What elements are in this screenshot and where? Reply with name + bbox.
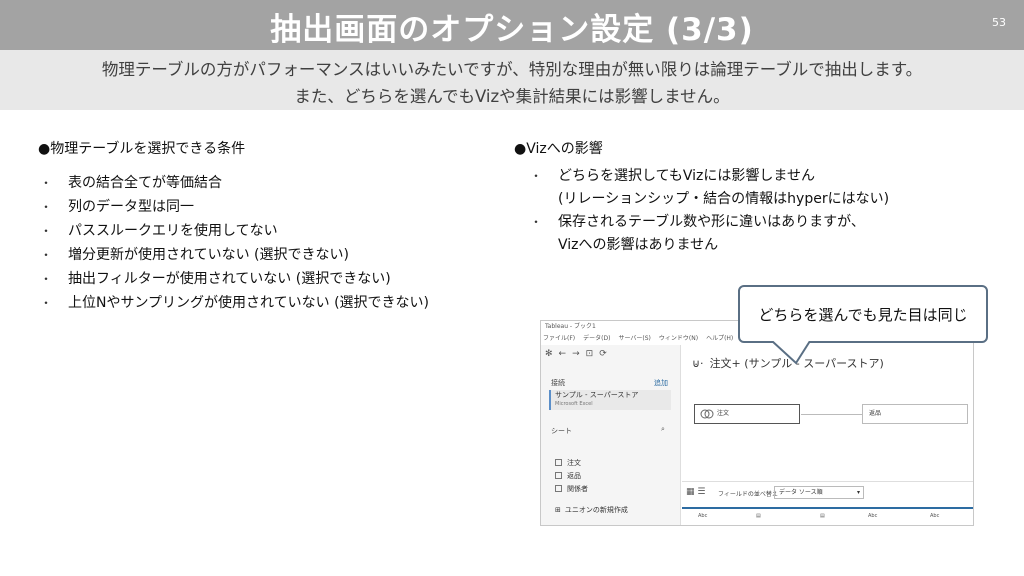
- tableau-logo-icon[interactable]: ✻: [545, 349, 553, 359]
- sheet-item-returns[interactable]: 返品: [555, 471, 581, 481]
- list-item: ・パススルークエリを使用してない: [40, 219, 429, 243]
- join-icon: [700, 409, 714, 419]
- list-item: ・どちらを選択してもVizには影響しません (リレーションシップ・結合の情報はhy…: [530, 165, 889, 211]
- connection-item[interactable]: サンプル - スーパーストア Microsoft Excel: [549, 390, 671, 410]
- conditions-heading: ●物理テーブルを選択できる条件: [38, 141, 246, 157]
- grid-view-icons[interactable]: ▦ ☰: [686, 487, 705, 497]
- connection-type: Microsoft Excel: [555, 401, 593, 407]
- canvas: ⊍· 注文+ (サンプル - スーパーストア) 注文 返品: [682, 345, 973, 481]
- sort-label: フィールドの並べ替え: [718, 491, 778, 498]
- sheet-item-orders[interactable]: 注文: [555, 458, 581, 468]
- tableau-screenshot: Tableau - ブック1 ファイル(F) データ(D) サーバー(S) ウィンドウ…: [540, 320, 974, 526]
- title-bar: 抽出画面のオプション設定 (3/3) 53: [0, 0, 1024, 50]
- save-icon[interactable]: ⊡: [586, 349, 594, 359]
- bullet-dot: ・: [40, 176, 53, 190]
- slide-title: 抽出画面のオプション設定 (3/3): [270, 12, 754, 48]
- conditions-list: ・表の結合全てが等価結合 ・列のデータ型は同一 ・パススルークエリを使用してない…: [40, 171, 429, 315]
- subtitle-line-2: また、どちらを選んでもVizや集計結果には影響しません。: [294, 87, 730, 106]
- logical-table-orders[interactable]: 注文: [694, 404, 800, 424]
- list-item: ・抽出フィルターが使用されていない (選択できない): [40, 267, 429, 291]
- refresh-icon[interactable]: ⟳: [599, 349, 607, 359]
- column-type-icon: Abc: [698, 513, 708, 519]
- list-item: ・増分更新が使用されていない (選択できない): [40, 243, 429, 267]
- grid-toolbar: ▦ ☰ フィールドの並べ替え データ ソース順 ▾: [682, 481, 973, 503]
- datasource-icon: ⊍·: [692, 357, 704, 370]
- union-icon: ⊞: [555, 506, 561, 514]
- subtitle-line-1: 物理テーブルの方がパフォーマンスはいいみたいですが、特別な理由が無い限りは論理テ…: [101, 60, 923, 79]
- menu-file[interactable]: ファイル(F): [543, 335, 575, 342]
- bullet-dot: ・: [530, 169, 543, 183]
- bullet-dot: ・: [40, 296, 53, 310]
- bullet-dot: ・: [40, 272, 53, 286]
- sheets-label: シート: [551, 427, 572, 435]
- connection-name: サンプル - スーパーストア: [555, 391, 639, 399]
- column-type-icon: ▤: [820, 513, 825, 519]
- sort-select[interactable]: データ ソース順 ▾: [774, 486, 864, 499]
- search-icon[interactable]: ⌕: [661, 425, 665, 434]
- list-item: ・表の結合全てが等価結合: [40, 171, 429, 195]
- list-item: ・保存されるテーブル数や形に違いはありますが、 Vizへの影響はありません: [530, 211, 889, 257]
- menu-window[interactable]: ウィンドウ(N): [659, 335, 698, 342]
- menu-server[interactable]: サーバー(S): [618, 335, 650, 342]
- bullet-dot: ・: [40, 200, 53, 214]
- sheet-item-people[interactable]: 関係者: [555, 484, 588, 494]
- bullet-dot: ・: [530, 215, 543, 229]
- list-item: ・列のデータ型は同一: [40, 195, 429, 219]
- column-header-line: [682, 507, 973, 509]
- table-icon: [555, 459, 562, 466]
- subtitle-bar: 物理テーブルの方がパフォーマンスはいいみたいですが、特別な理由が無い限りは論理テ…: [0, 50, 1024, 110]
- forward-icon[interactable]: →: [572, 349, 580, 359]
- viz-impact-heading: ●Vizへの影響: [514, 141, 603, 157]
- table-icon: [555, 485, 562, 492]
- menu-data[interactable]: データ(D): [583, 335, 610, 342]
- relationship-noodle[interactable]: [801, 414, 862, 415]
- chevron-down-icon: ▾: [856, 489, 860, 496]
- callout-box: どちらを選んでも見た目は同じ: [738, 285, 988, 343]
- column-type-icon: ▤: [756, 513, 761, 519]
- page-number: 53: [992, 16, 1006, 29]
- menu-help[interactable]: ヘルプ(H): [706, 335, 733, 342]
- logical-table-returns[interactable]: 返品: [862, 404, 968, 424]
- connections-label: 接続: [551, 379, 565, 387]
- column-type-icon: Abc: [930, 513, 940, 519]
- bullet-dot: ・: [40, 224, 53, 238]
- viz-impact-list: ・どちらを選択してもVizには影響しません (リレーションシップ・結合の情報はhy…: [530, 165, 889, 257]
- list-item: ・上位Nやサンプリングが使用されていない (選択できない): [40, 291, 429, 315]
- toolbar: ✻ ← → ⊡ ⟳: [545, 349, 613, 363]
- column-headers: Abc ▤ ▤ Abc Abc: [682, 503, 973, 525]
- data-pane: ✻ ← → ⊡ ⟳ 接続 追加 サンプル - スーパーストア Microsoft Exc…: [541, 345, 681, 525]
- add-connection-link[interactable]: 追加: [654, 378, 668, 388]
- table-icon: [555, 472, 562, 479]
- new-union-item[interactable]: ⊞ ユニオンの新規作成: [555, 505, 628, 515]
- column-type-icon: Abc: [868, 513, 878, 519]
- bullet-dot: ・: [40, 248, 53, 262]
- callout-tail: [771, 341, 811, 365]
- back-icon[interactable]: ←: [559, 349, 567, 359]
